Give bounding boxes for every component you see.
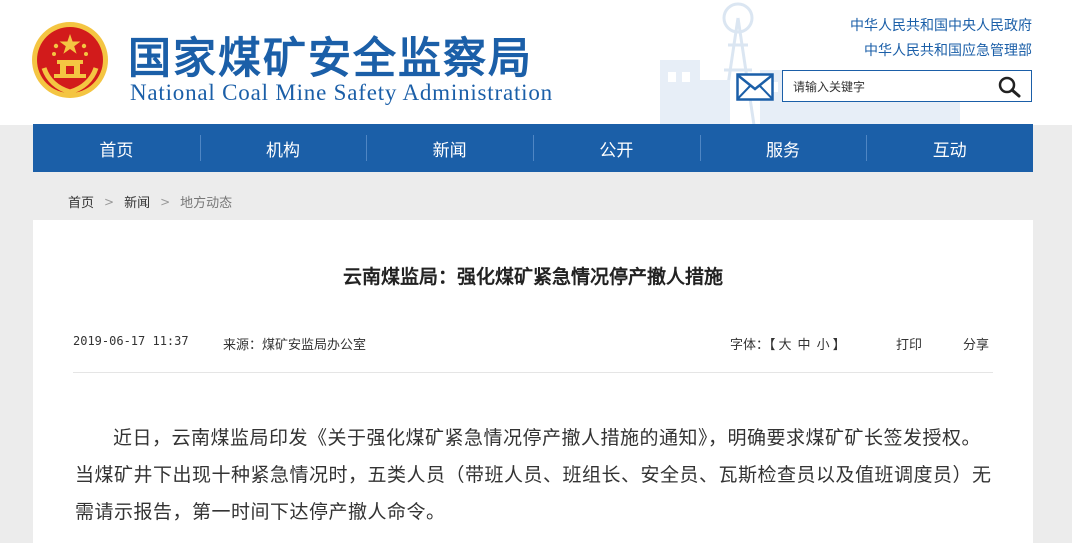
- mail-icon[interactable]: [736, 73, 774, 101]
- font-size-medium-button[interactable]: 中: [798, 338, 811, 353]
- breadcrumb: 首页 > 新闻 > 地方动态: [68, 192, 232, 212]
- font-size-control: 字体：【大中小】: [730, 334, 846, 353]
- gov-link-central-government[interactable]: 中华人民共和国中央人民政府: [850, 15, 1032, 35]
- site-title-en[interactable]: National Coal Mine Safety Administration: [130, 80, 553, 106]
- article-paragraph: 近日，云南煤监局印发《关于强化煤矿紧急情况停产撤人措施的通知》，明确要求煤矿矿长…: [75, 427, 992, 523]
- font-size-label: 字体：: [730, 338, 770, 353]
- gov-link-emergency-ministry[interactable]: 中华人民共和国应急管理部: [864, 40, 1032, 60]
- font-bracket-close: 】: [832, 338, 846, 353]
- font-size-small-button[interactable]: 小: [817, 338, 830, 353]
- font-size-large-button[interactable]: 大: [779, 338, 792, 353]
- nav-item-public[interactable]: 公开: [533, 124, 700, 172]
- nav-item-home[interactable]: 首页: [33, 124, 200, 172]
- nav-item-interaction[interactable]: 互动: [866, 124, 1033, 172]
- national-emblem-icon: [32, 22, 108, 98]
- meta-divider: [73, 372, 993, 373]
- share-button[interactable]: 分享: [963, 334, 989, 353]
- site-header: 国家煤矿安全监察局 National Coal Mine Safety Admi…: [0, 0, 1072, 125]
- article-source: 来源：煤矿安监局办公室: [223, 338, 367, 353]
- nav-item-news[interactable]: 新闻: [366, 124, 533, 172]
- breadcrumb-news[interactable]: 新闻: [124, 192, 150, 211]
- nav-item-services[interactable]: 服务: [699, 124, 867, 172]
- article-datetime: 2019-06-17 11:37: [73, 334, 189, 348]
- breadcrumb-home[interactable]: 首页: [68, 192, 94, 211]
- print-button[interactable]: 打印: [896, 334, 922, 353]
- site-title-cn[interactable]: 国家煤矿安全监察局: [128, 24, 533, 86]
- nav-item-organization[interactable]: 机构: [199, 124, 367, 172]
- breadcrumb-local-news[interactable]: 地方动态: [180, 192, 232, 211]
- article-title: 云南煤监局：强化煤矿紧急情况停产撤人措施: [342, 266, 723, 288]
- main-nav: 首页 机构 新闻 公开 服务 互动: [33, 124, 1033, 172]
- search-input[interactable]: [793, 77, 988, 97]
- search-box: [782, 70, 1032, 102]
- breadcrumb-separator: >: [104, 194, 115, 209]
- search-icon[interactable]: [997, 75, 1023, 99]
- breadcrumb-separator: >: [160, 194, 171, 209]
- font-bracket-open: 【: [769, 338, 776, 353]
- article-card: 云南煤监局：强化煤矿紧急情况停产撤人措施 2019-06-17 11:37 来源…: [33, 220, 1033, 543]
